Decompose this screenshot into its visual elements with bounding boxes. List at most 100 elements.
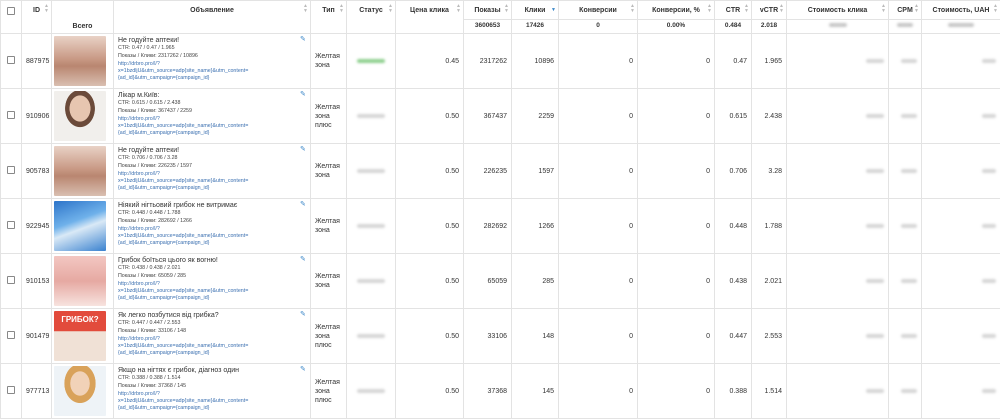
sort-icon[interactable]: ▲▼ xyxy=(993,4,998,14)
sort-icon[interactable]: ▲▼ xyxy=(779,4,784,14)
ad-status[interactable] xyxy=(347,364,396,419)
ad-stats-line: Показы / Клики: 65059 / 285 xyxy=(118,273,306,280)
sort-icon[interactable]: ▲▼ xyxy=(456,4,461,14)
ad-ctr: 0.47 xyxy=(715,34,752,89)
ad-thumbnail-cell xyxy=(52,199,114,254)
ad-cpm xyxy=(889,34,922,89)
ad-status[interactable] xyxy=(347,309,396,364)
ad-title: Ніякий нігтьовий грибок не витримає xyxy=(118,202,306,209)
col-conversions[interactable]: Конверсии▲▼ xyxy=(559,1,638,20)
ad-thumbnail[interactable]: ГРИБОК? xyxy=(54,311,106,361)
ad-thumbnail[interactable] xyxy=(54,146,106,196)
col-click-cost[interactable]: Стоимость клика▲▼ xyxy=(787,1,889,20)
total-conv-pct: 0.00% xyxy=(638,20,715,34)
row-checkbox[interactable] xyxy=(7,111,15,119)
col-impressions[interactable]: Показы▲▼ xyxy=(464,1,512,20)
row-select-cell xyxy=(1,199,22,254)
col-clicks[interactable]: Клики▼ xyxy=(512,1,559,20)
select-all-checkbox[interactable] xyxy=(7,7,15,15)
ad-thumbnail-cell xyxy=(52,89,114,144)
ad-link[interactable]: http://drbro.pro/l/? x=1bzdljU&utm_sourc… xyxy=(118,281,306,303)
col-ctr[interactable]: CTR▲▼ xyxy=(715,1,752,20)
ad-vctr: 2.021 xyxy=(752,254,787,309)
sort-icon[interactable]: ▲▼ xyxy=(303,4,308,14)
col-cost[interactable]: Стоимость, UAH▲▼ xyxy=(922,1,1000,20)
row-checkbox[interactable] xyxy=(7,276,15,284)
col-vctr[interactable]: vCTR▲▼ xyxy=(752,1,787,20)
edit-icon[interactable]: ✎ xyxy=(300,256,307,263)
ad-click-price: 0.50 xyxy=(396,89,464,144)
ad-conv-pct: 0 xyxy=(638,199,715,254)
ad-ctr-line: CTR: 0.388 / 0.388 / 1.514 xyxy=(118,375,306,382)
ad-ctr-line: CTR: 0.615 / 0.615 / 2.438 xyxy=(118,100,306,107)
ad-ctr: 0.615 xyxy=(715,89,752,144)
ad-link[interactable]: http://drbro.pro/l/? x=1bzdljU&utm_sourc… xyxy=(118,336,306,358)
col-click-price[interactable]: Цена клика▲▼ xyxy=(396,1,464,34)
sort-icon[interactable]: ▲▼ xyxy=(744,4,749,14)
edit-icon[interactable]: ✎ xyxy=(300,91,307,98)
col-status[interactable]: Статус▲▼ xyxy=(347,1,396,34)
ad-thumbnail[interactable] xyxy=(54,366,106,416)
ad-id: 905783 xyxy=(22,144,52,199)
ad-thumbnail[interactable] xyxy=(54,36,106,86)
row-select-cell xyxy=(1,364,22,419)
ad-ctr-line: CTR: 0.706 / 0.706 / 3.28 xyxy=(118,155,306,162)
sort-icon[interactable]: ▲▼ xyxy=(914,4,919,14)
ad-link[interactable]: http://drbro.pro/l/? x=1bzdljU&utm_sourc… xyxy=(118,391,306,413)
ad-status[interactable] xyxy=(347,144,396,199)
ad-cpm xyxy=(889,364,922,419)
sort-icon[interactable]: ▲▼ xyxy=(339,4,344,14)
row-checkbox[interactable] xyxy=(7,221,15,229)
row-checkbox[interactable] xyxy=(7,166,15,174)
ad-cpm xyxy=(889,199,922,254)
col-ad[interactable]: Объявление▲▼ xyxy=(114,1,311,34)
ad-status[interactable] xyxy=(347,199,396,254)
edit-icon[interactable]: ✎ xyxy=(300,311,307,318)
ad-conv-pct: 0 xyxy=(638,309,715,364)
row-checkbox[interactable] xyxy=(7,386,15,394)
ad-link[interactable]: http://drbro.pro/l/? x=1bzdljU&utm_sourc… xyxy=(118,171,306,193)
ad-status[interactable] xyxy=(347,254,396,309)
ads-table: ID▲▼ Всего Объявление▲▼ Тип▲▼ Статус▲▼ Ц… xyxy=(0,0,1000,419)
edit-icon[interactable]: ✎ xyxy=(300,146,307,153)
total-conversions: 0 xyxy=(559,20,638,34)
sort-icon[interactable]: ▲▼ xyxy=(44,4,49,14)
ad-thumbnail[interactable] xyxy=(54,256,106,306)
ad-status[interactable] xyxy=(347,34,396,89)
edit-icon[interactable]: ✎ xyxy=(300,366,307,373)
col-id[interactable]: ID▲▼ xyxy=(22,1,52,34)
ad-click-price: 0.50 xyxy=(396,309,464,364)
ad-thumbnail[interactable] xyxy=(54,201,106,251)
col-type[interactable]: Тип▲▼ xyxy=(311,1,347,34)
ad-click-cost xyxy=(787,199,889,254)
select-all-cell xyxy=(1,1,22,34)
row-checkbox[interactable] xyxy=(7,56,15,64)
ad-cell: ✎ Не годуйте аптеки! CTR: 0.47 / 0.47 / … xyxy=(114,34,311,89)
ad-status[interactable] xyxy=(347,89,396,144)
ad-cost xyxy=(922,309,1000,364)
ad-link[interactable]: http://drbro.pro/l/? x=1bzdljU&utm_sourc… xyxy=(118,61,306,83)
ad-link[interactable]: http://drbro.pro/l/? x=1bzdljU&utm_sourc… xyxy=(118,226,306,248)
ad-type: Желтая зона плюс xyxy=(311,89,347,144)
sort-icon[interactable]: ▲▼ xyxy=(388,4,393,14)
row-checkbox[interactable] xyxy=(7,331,15,339)
edit-icon[interactable]: ✎ xyxy=(300,201,307,208)
ad-id: 901479 xyxy=(22,309,52,364)
col-cpm[interactable]: CPM▲▼ xyxy=(889,1,922,20)
sort-icon[interactable]: ▲▼ xyxy=(630,4,635,14)
ad-stats-line: Показы / Клики: 282692 / 1266 xyxy=(118,218,306,225)
col-conv-pct[interactable]: Конверсии, %▲▼ xyxy=(638,1,715,20)
sort-icon[interactable]: ▲▼ xyxy=(707,4,712,14)
sort-icon[interactable]: ▲▼ xyxy=(881,4,886,14)
ad-conversions: 0 xyxy=(559,309,638,364)
ad-title: Не годуйте аптеки! xyxy=(118,147,306,154)
ad-link[interactable]: http://drbro.pro/l/? x=1bzdljU&utm_sourc… xyxy=(118,116,306,138)
sort-icon[interactable]: ▲▼ xyxy=(504,4,509,14)
ad-thumbnail[interactable] xyxy=(54,91,106,141)
edit-icon[interactable]: ✎ xyxy=(300,36,307,43)
ad-cost xyxy=(922,254,1000,309)
ad-cpm xyxy=(889,309,922,364)
sort-down-icon[interactable]: ▼ xyxy=(551,8,556,13)
ad-cost xyxy=(922,34,1000,89)
table-row: 910153 ✎ Грибок боїться цього як вогню! … xyxy=(1,254,1000,309)
